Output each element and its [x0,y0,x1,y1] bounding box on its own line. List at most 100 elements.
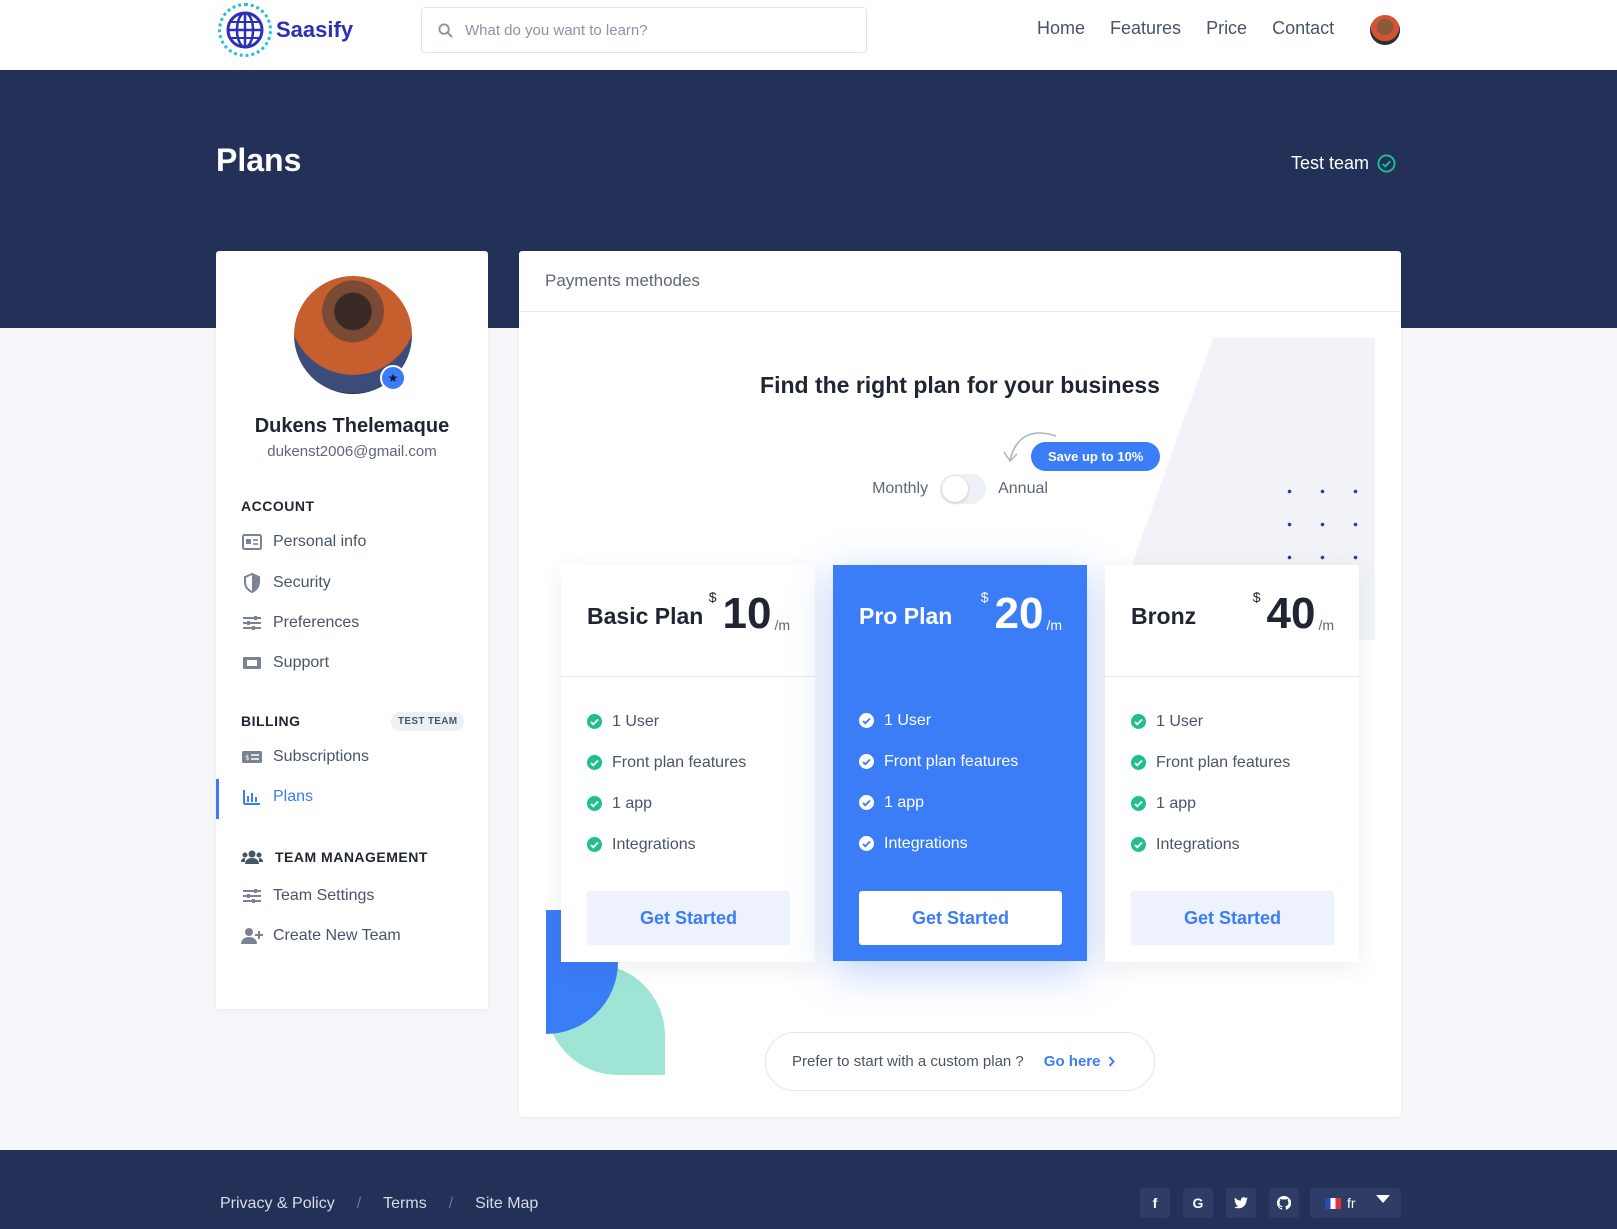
user-avatar[interactable] [1370,15,1400,45]
profile-email: dukenst2006@gmail.com [267,443,437,460]
page-title: Plans [216,142,302,178]
check-icon [587,714,602,729]
feature-item: Integrations [587,824,746,865]
price-amount: 20 [994,589,1044,638]
feature-item: 1 User [587,701,746,742]
nav-features-link[interactable]: Features [1110,18,1181,39]
search-input[interactable] [465,21,845,39]
nav-home-link[interactable]: Home [1037,18,1085,39]
plan-name: Basic Plan [587,603,704,629]
account-sidebar: ★ Dukens Thelemaque dukenst2006@gmail.co… [216,251,488,1009]
feature-label: Front plan features [884,752,1019,770]
check-circle-icon [1377,154,1396,173]
top-navbar: Saasify Home Features Price Contact [0,0,1617,70]
sidebar-item-label: Preferences [273,614,360,631]
plan-header: Pro Plan $ 20 /m [833,565,1087,677]
globe-logo-icon [218,3,272,57]
price-period: /m [1046,617,1062,633]
facebook-icon[interactable]: f [1140,1188,1170,1218]
google-icon[interactable]: G [1183,1188,1213,1218]
sidebar-item-security[interactable]: Security [241,573,331,593]
feature-label: Integrations [612,835,696,853]
sidebar-item-label: Subscriptions [273,748,370,765]
sidebar-item-preferences[interactable]: Preferences [241,614,359,632]
get-started-button[interactable]: Get Started [1131,891,1334,945]
currency-symbol: $ [708,589,717,605]
language-code: fr [1347,1195,1356,1211]
profile-name: Dukens Thelemaque [254,415,450,437]
privacy-policy-link[interactable]: Privacy & Policy [220,1195,335,1213]
current-team[interactable]: Test team [1291,153,1396,174]
sidebar-item-create-new-team[interactable]: Create New Team [241,927,401,945]
svg-text:$: $ [245,754,249,762]
nav-price-link[interactable]: Price [1206,18,1247,39]
currency-symbol: $ [1252,589,1261,605]
feature-label: 1 app [1156,794,1197,812]
sidebar-item-team-settings[interactable]: Team Settings [241,887,374,905]
france-flag-icon [1325,1197,1341,1209]
feature-item: Front plan features [859,741,1018,782]
annual-label: Annual [998,480,1048,497]
get-started-button[interactable]: Get Started [859,891,1062,945]
id-card-icon [241,534,263,550]
terms-link[interactable]: Terms [383,1195,427,1213]
check-icon [587,837,602,852]
monthly-label: Monthly [872,480,929,497]
feature-label: Integrations [1156,835,1240,853]
brand-logo[interactable]: Saasify [218,3,353,57]
sidebar-item-support[interactable]: Support [241,654,329,672]
sidebar-item-subscriptions[interactable]: $ Subscriptions [241,748,369,766]
brand-name: Saasify [276,17,354,42]
plan-header: Basic Plan $ 10 /m [561,565,815,677]
check-icon [587,755,602,770]
feature-label: Front plan features [1156,753,1291,771]
period-switch[interactable] [940,474,987,504]
account-section-heading: ACCOUNT [241,498,315,514]
plan-card-basic: Basic Plan $ 10 /m 1 User Front plan fea… [561,565,815,962]
sidebar-item-label: Create New Team [273,927,401,944]
plan-name: Pro Plan [859,603,953,629]
plans-card: Payments methodes Find the right plan fo… [519,251,1401,1117]
user-plus-icon [241,927,263,945]
github-icon[interactable] [1269,1188,1299,1218]
language-selector[interactable]: fr [1310,1188,1401,1218]
feature-label: Integrations [884,834,968,852]
check-icon [859,795,874,810]
search-icon [438,22,453,38]
plans-headline: Find the right plan for your business [760,372,1160,398]
feature-item: 1 app [859,782,1018,823]
team-management-label: TEAM MANAGEMENT [275,849,428,865]
feature-item: 1 app [587,783,746,824]
caret-down-icon [1375,1195,1390,1203]
site-map-link[interactable]: Site Map [475,1195,538,1213]
bill-icon: $ [241,750,263,764]
footer-links: Privacy & Policy / Terms / Site Map [220,1195,538,1213]
plan-header: Bronz $ 40 /m [1105,565,1359,677]
check-icon [859,713,874,728]
sidebar-item-label: Personal info [273,533,367,550]
twitter-icon[interactable] [1226,1188,1256,1218]
sidebar-item-personal-info[interactable]: Personal info [241,533,366,551]
price-amount: 10 [722,589,772,638]
feature-item: 1 app [1131,783,1290,824]
feature-item: Integrations [859,823,1018,864]
get-started-button[interactable]: Get Started [587,891,790,945]
go-here-link[interactable]: Go here [1044,1053,1116,1070]
custom-plan-text: Prefer to start with a custom plan ? [792,1053,1024,1070]
nav-contact-link[interactable]: Contact [1272,18,1334,39]
search-bar[interactable] [421,7,867,53]
footer-separator: / [356,1195,362,1212]
test-team-badge: TEST TEAM [391,712,465,731]
billing-period-toggle: Monthly Annual [519,474,1401,504]
main-nav: Home Features Price Contact [1037,18,1334,39]
sidebar-item-plans[interactable]: Plans [241,788,313,806]
sidebar-item-label: Security [273,574,331,591]
feature-list: 1 User Front plan features 1 app Integra… [859,700,1018,864]
check-icon [1131,796,1146,811]
feature-list: 1 User Front plan features 1 app Integra… [1131,701,1290,865]
plan-price: $ 10 /m [709,587,790,641]
active-indicator [216,779,219,819]
feature-item: 1 User [859,700,1018,741]
plan-card-bronz: Bronz $ 40 /m 1 User Front plan features… [1105,565,1359,962]
feature-item: Front plan features [587,742,746,783]
